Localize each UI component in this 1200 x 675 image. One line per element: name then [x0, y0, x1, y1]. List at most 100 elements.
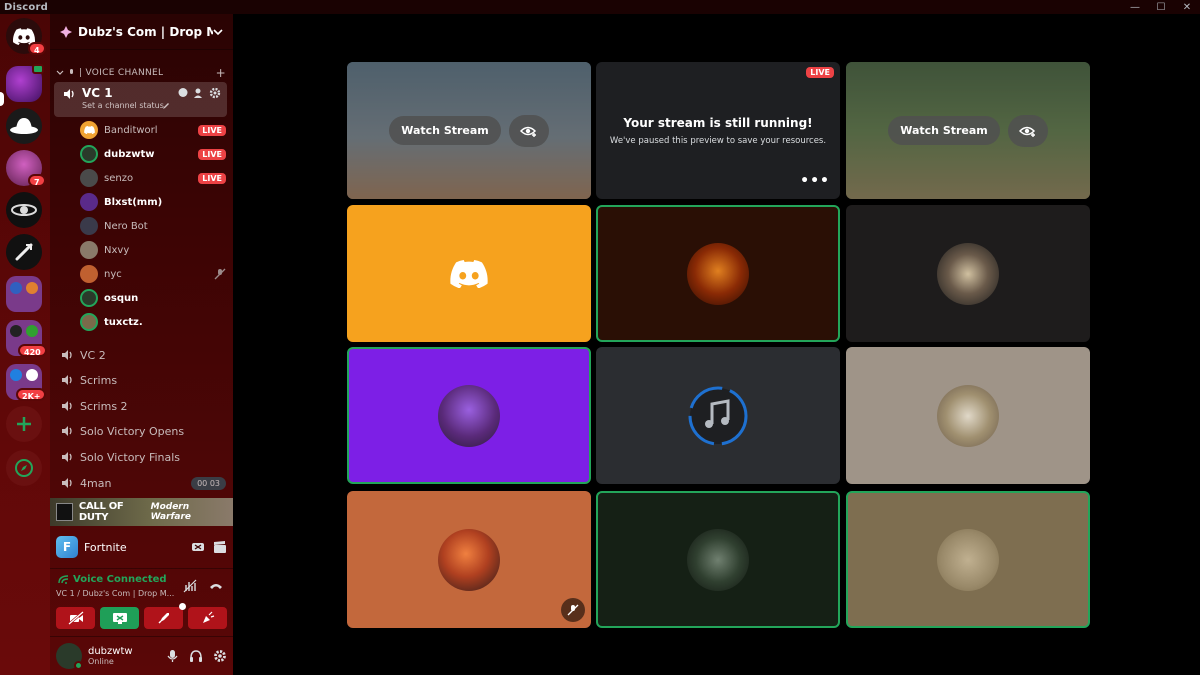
channel-scrims-2[interactable]: Scrims 2: [60, 395, 226, 417]
channel-scrims[interactable]: Scrims: [60, 369, 226, 391]
watch-eye-button[interactable]: [1007, 114, 1048, 147]
channel-solo-victory-opens[interactable]: Solo Victory Opens: [60, 420, 226, 442]
participant-tile[interactable]: [596, 491, 840, 628]
soundboard-button[interactable]: [188, 607, 227, 629]
avatar[interactable]: [56, 643, 83, 670]
participant-tile[interactable]: [347, 205, 591, 342]
controller-icon[interactable]: [191, 540, 205, 554]
headphones-icon[interactable]: [189, 649, 203, 663]
voice-member[interactable]: dubzwtw LIVE: [80, 143, 226, 165]
speaker-icon: [62, 350, 72, 360]
voice-status-label: Voice Connected: [73, 574, 167, 585]
server-icon[interactable]: [6, 192, 42, 228]
voice-member[interactable]: Banditworl LIVE: [80, 119, 226, 141]
add-server-button[interactable]: [6, 406, 42, 442]
screen-share-button[interactable]: [100, 607, 139, 629]
stream-tile[interactable]: Watch Stream: [846, 62, 1090, 199]
minimize-button[interactable]: —: [1122, 0, 1148, 14]
channel-name: Scrims: [80, 373, 118, 387]
participant-tile[interactable]: [596, 205, 840, 342]
channel-vc-2[interactable]: VC 2: [60, 344, 226, 366]
add-channel-icon[interactable]: +: [216, 66, 226, 80]
discover-button[interactable]: [6, 450, 42, 486]
activities-button[interactable]: [144, 603, 186, 629]
member-name: nyc: [104, 268, 122, 280]
server-folder[interactable]: 420: [6, 320, 47, 357]
member-name: senzo: [104, 172, 134, 184]
voice-member[interactable]: tuxctz.: [80, 311, 226, 333]
notification-badge: 4: [28, 42, 46, 55]
hat-icon: [10, 118, 38, 134]
noise-suppression-icon[interactable]: [183, 579, 197, 593]
stream-tile[interactable]: Watch Stream: [347, 62, 591, 199]
mini-server-icon: [26, 369, 38, 381]
user-status: Online: [88, 657, 114, 666]
maximize-button[interactable]: ☐: [1148, 0, 1174, 14]
game-subtitle: Modern Warfare: [150, 502, 191, 522]
disconnect-icon[interactable]: [209, 579, 223, 593]
voice-member[interactable]: senzo LIVE: [80, 167, 226, 189]
server-folder[interactable]: [6, 276, 42, 312]
participant-tile[interactable]: [846, 347, 1090, 484]
voice-channel-path[interactable]: VC 1 / Dubz's Com | Drop M...: [56, 589, 176, 598]
channel-solo-victory-finals[interactable]: Solo Victory Finals: [60, 446, 226, 468]
game-activity-banner[interactable]: CALL OF DUTY Modern Warfare: [50, 498, 233, 526]
watch-stream-button[interactable]: Watch Stream: [389, 116, 501, 145]
user-info[interactable]: dubzwtw Online: [88, 646, 166, 666]
server-folder[interactable]: 2K+: [6, 364, 47, 401]
channel-actions: [177, 87, 221, 99]
channel-4man[interactable]: 4man 00 03: [60, 472, 226, 494]
server-pill: [0, 92, 4, 106]
user-limit-pill: 00 03: [191, 476, 226, 490]
watch-stream-button[interactable]: Watch Stream: [888, 116, 1000, 145]
member-name: dubzwtw: [104, 148, 155, 160]
user-panel: dubzwtw Online: [50, 636, 233, 675]
voice-member[interactable]: Nero Bot: [80, 215, 226, 237]
gear-icon[interactable]: [213, 649, 227, 663]
server-header[interactable]: Dubz's Com | Drop M...: [50, 14, 233, 50]
server-icon[interactable]: [6, 234, 42, 270]
avatar: [80, 193, 98, 211]
participant-avatar: [438, 528, 500, 591]
pencil-icon[interactable]: [162, 102, 170, 110]
server-icon[interactable]: [6, 108, 42, 144]
watch-eye-button[interactable]: [508, 114, 549, 147]
paused-stream-tile[interactable]: LIVE Your stream is still running! We've…: [596, 62, 840, 199]
participant-tile[interactable]: [347, 491, 591, 628]
voice-member[interactable]: Nxvy: [80, 239, 226, 261]
microphone-icon[interactable]: [166, 649, 179, 663]
participant-avatar: [937, 384, 999, 447]
channel-status[interactable]: Set a channel status: [82, 101, 164, 110]
voice-member[interactable]: osqun: [80, 287, 226, 309]
voice-member[interactable]: nyc: [80, 263, 226, 285]
participant-tile[interactable]: [596, 347, 840, 484]
participant-tile[interactable]: [347, 347, 591, 484]
member-name: osqun: [104, 292, 139, 304]
add-member-icon[interactable]: [193, 87, 205, 99]
live-badge: LIVE: [198, 148, 226, 160]
home-button[interactable]: 4: [6, 18, 46, 55]
server-boost-icon: [60, 25, 72, 38]
more-options-icon[interactable]: •••: [800, 173, 830, 189]
server-icon[interactable]: [6, 64, 44, 102]
eye-logo-icon: [11, 204, 37, 216]
channel-name: VC 1: [82, 86, 113, 100]
avatar: [80, 265, 98, 283]
activity-row[interactable]: F Fortnite: [50, 532, 233, 562]
camera-off-button[interactable]: [56, 607, 95, 629]
participant-avatar: [937, 242, 999, 305]
voice-member[interactable]: Blxst(mm): [80, 191, 226, 213]
channel-vc-1[interactable]: VC 1 Set a channel status: [54, 82, 227, 117]
category-voice-channel[interactable]: | VOICE CHANNEL +: [56, 66, 226, 80]
participant-tile[interactable]: [846, 205, 1090, 342]
clapperboard-icon[interactable]: [213, 540, 227, 554]
voice-status[interactable]: Voice Connected: [58, 574, 167, 585]
server-name: Dubz's Com | Drop M...: [78, 24, 213, 39]
avatar: [80, 313, 98, 331]
close-button[interactable]: ✕: [1174, 0, 1200, 14]
gear-icon[interactable]: [209, 87, 221, 99]
participant-tile[interactable]: [846, 491, 1090, 628]
speaker-icon: [62, 478, 72, 488]
server-icon[interactable]: 7: [6, 150, 46, 187]
chat-bubble-icon[interactable]: [177, 87, 189, 99]
